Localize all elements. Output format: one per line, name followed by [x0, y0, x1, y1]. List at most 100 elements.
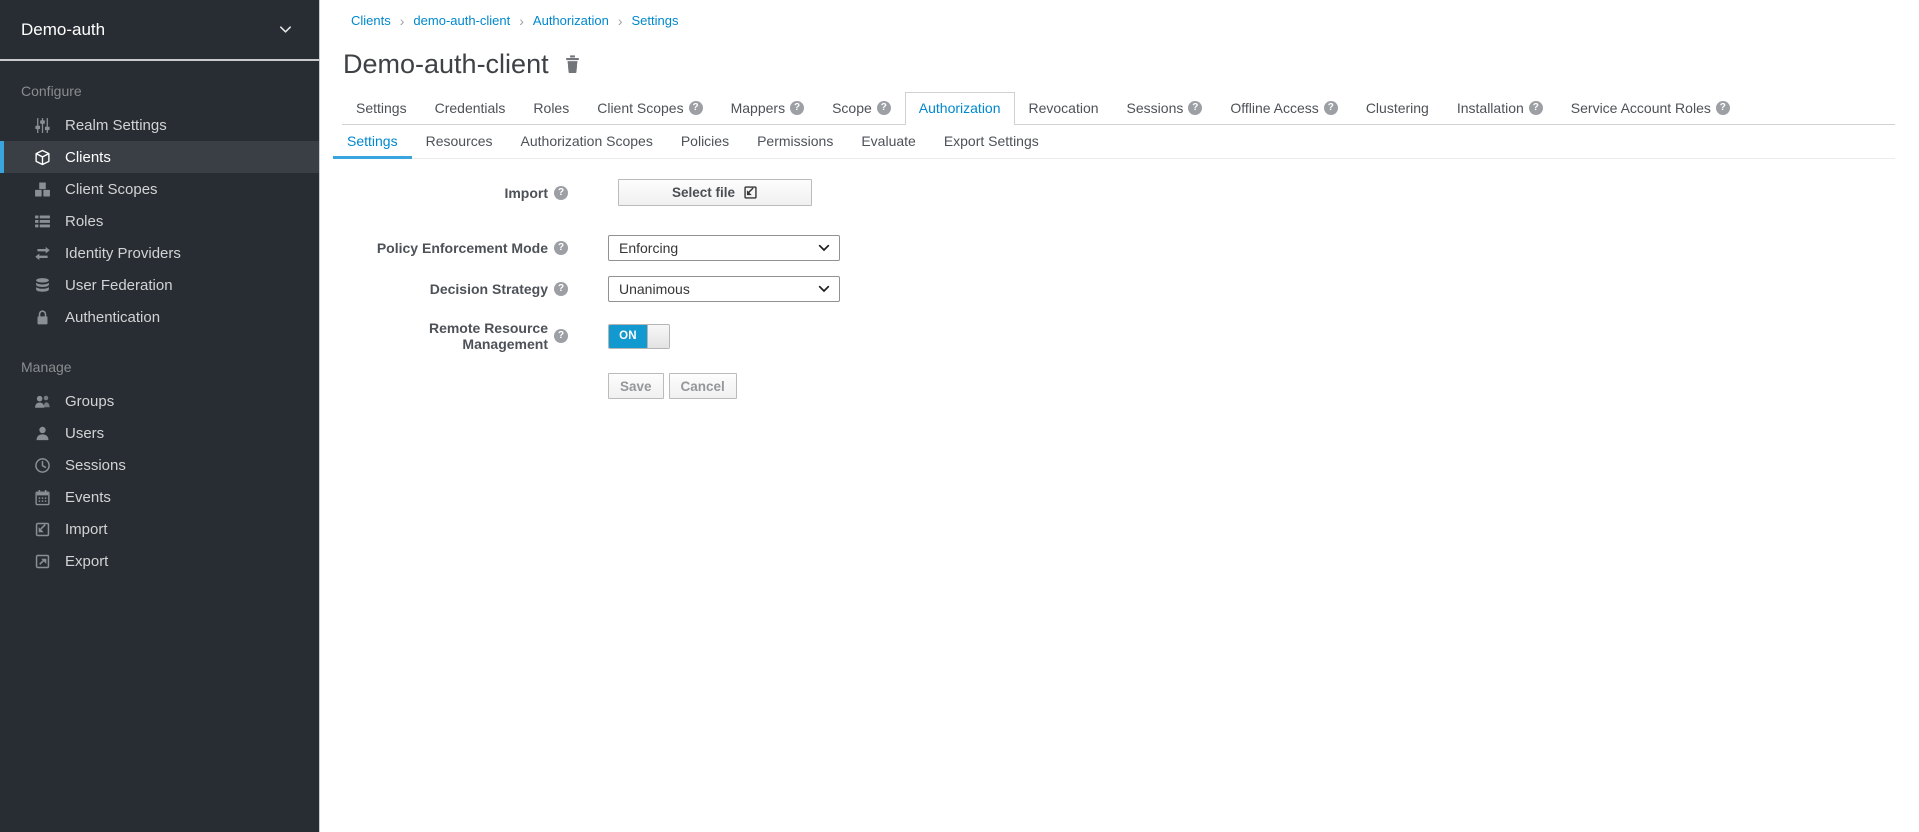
help-icon[interactable]: ?: [877, 101, 891, 115]
sidebar-item-realm-settings[interactable]: Realm Settings: [0, 109, 319, 141]
toggle-on-label: ON: [609, 325, 647, 348]
subtab-settings[interactable]: Settings: [333, 125, 412, 158]
subtab-export-settings[interactable]: Export Settings: [930, 125, 1053, 158]
subtab-resources[interactable]: Resources: [412, 125, 507, 158]
subtab-resources-label: Resources: [426, 133, 493, 149]
import-label-text: Import: [504, 185, 548, 201]
trash-icon[interactable]: [563, 54, 582, 74]
sidebar-item-client-scopes[interactable]: Client Scopes: [0, 173, 319, 205]
tab-service-account-roles[interactable]: Service Account Roles?: [1557, 92, 1744, 124]
sidebar-item-label: User Federation: [65, 277, 173, 294]
sidebar-item-label: Groups: [65, 393, 114, 410]
sidebar-item-users[interactable]: Users: [0, 417, 319, 449]
help-icon[interactable]: ?: [790, 101, 804, 115]
breadcrumb-link-authorization[interactable]: Authorization: [533, 13, 609, 28]
tab-mappers[interactable]: Mappers?: [717, 92, 818, 124]
subtab-authorization-scopes[interactable]: Authorization Scopes: [507, 125, 667, 158]
tab-client-scopes[interactable]: Client Scopes?: [583, 92, 716, 124]
breadcrumb-separator: ›: [618, 14, 623, 28]
nav-section-label: Manage: [0, 359, 319, 385]
sidebar-item-groups[interactable]: Groups: [0, 385, 319, 417]
sidebar-item-import[interactable]: Import: [0, 513, 319, 545]
sidebar-item-label: Identity Providers: [65, 245, 181, 262]
page-title: Demo-auth-client: [343, 49, 549, 79]
tab-authorization-label: Authorization: [919, 100, 1001, 116]
sidebar-item-authentication[interactable]: Authentication: [0, 301, 319, 333]
import-label: Import ?: [343, 185, 568, 201]
help-icon[interactable]: ?: [1188, 101, 1202, 115]
tab-clustering[interactable]: Clustering: [1352, 92, 1443, 124]
sidebar-item-label: Realm Settings: [65, 117, 167, 134]
tab-revocation-label: Revocation: [1029, 100, 1099, 116]
sidebar-item-label: Sessions: [65, 457, 126, 474]
nav-list: Groups Users Sessions Events Import Export: [0, 385, 319, 577]
breadcrumb-link-settings[interactable]: Settings: [631, 13, 678, 28]
tab-scope-label: Scope: [832, 100, 872, 116]
sidebar-item-label: Client Scopes: [65, 181, 158, 198]
subtab-export-settings-label: Export Settings: [944, 133, 1039, 149]
subtab-evaluate[interactable]: Evaluate: [847, 125, 929, 158]
remote-resource-management-row: Remote Resource Management ? ON: [343, 320, 1895, 352]
decision-strategy-select[interactable]: Unanimous: [608, 276, 840, 302]
decision-strategy-label-text: Decision Strategy: [430, 281, 548, 297]
breadcrumb-link-clients[interactable]: Clients: [351, 13, 391, 28]
breadcrumb-link-demo-auth-client[interactable]: demo-auth-client: [413, 13, 510, 28]
sidebar-item-user-federation[interactable]: User Federation: [0, 269, 319, 301]
form-actions: Save Cancel: [608, 373, 1895, 399]
sidebar-item-identity-providers[interactable]: Identity Providers: [0, 237, 319, 269]
save-button[interactable]: Save: [608, 373, 664, 399]
help-icon[interactable]: ?: [554, 186, 568, 200]
sidebar-item-label: Export: [65, 553, 108, 570]
help-icon[interactable]: ?: [1529, 101, 1543, 115]
sidebar-item-sessions[interactable]: Sessions: [0, 449, 319, 481]
tab-installation[interactable]: Installation?: [1443, 92, 1557, 124]
cancel-button[interactable]: Cancel: [669, 373, 737, 399]
subtab-policies[interactable]: Policies: [667, 125, 743, 158]
tab-scope[interactable]: Scope?: [818, 92, 905, 124]
sidebar-item-clients[interactable]: Clients: [0, 141, 319, 173]
tab-offline-access[interactable]: Offline Access?: [1216, 92, 1351, 124]
tab-credentials-label: Credentials: [435, 100, 506, 116]
import-icon: [743, 185, 758, 200]
tab-mappers-label: Mappers: [731, 100, 785, 116]
breadcrumb: Clients›demo-auth-client›Authorization›S…: [351, 13, 1895, 28]
subtab-permissions[interactable]: Permissions: [743, 125, 847, 158]
page-title-row: Demo-auth-client: [343, 49, 1895, 79]
decision-strategy-label: Decision Strategy ?: [343, 281, 568, 297]
realm-name: Demo-auth: [21, 20, 105, 40]
lock-icon: [34, 309, 51, 326]
breadcrumb-separator: ›: [400, 14, 405, 28]
remote-resource-management-toggle[interactable]: ON: [608, 324, 670, 349]
help-icon[interactable]: ?: [554, 282, 568, 296]
help-icon[interactable]: ?: [554, 241, 568, 255]
policy-enforcement-mode-select[interactable]: Enforcing: [608, 235, 840, 261]
tab-roles-label: Roles: [533, 100, 569, 116]
tab-credentials[interactable]: Credentials: [421, 92, 520, 124]
sidebar-item-export[interactable]: Export: [0, 545, 319, 577]
clock-icon: [34, 457, 51, 474]
sidebar-item-label: Import: [65, 521, 108, 538]
policy-enforcement-mode-label-text: Policy Enforcement Mode: [377, 240, 548, 256]
cubes-icon: [34, 181, 51, 198]
tab-authorization[interactable]: Authorization: [905, 92, 1015, 124]
sidebar-item-events[interactable]: Events: [0, 481, 319, 513]
tab-settings[interactable]: Settings: [342, 92, 421, 124]
calendar-icon: [34, 489, 51, 506]
subtab-settings-label: Settings: [347, 133, 398, 149]
help-icon[interactable]: ?: [1324, 101, 1338, 115]
sidebar-item-roles[interactable]: Roles: [0, 205, 319, 237]
help-icon[interactable]: ?: [554, 329, 568, 343]
nav-section: Manage Groups Users Sessions Events Import Exp…: [0, 359, 319, 577]
subtab-permissions-label: Permissions: [757, 133, 833, 149]
tab-installation-label: Installation: [1457, 100, 1524, 116]
tab-sessions[interactable]: Sessions?: [1113, 92, 1217, 124]
realm-selector[interactable]: Demo-auth: [0, 0, 319, 61]
help-icon[interactable]: ?: [689, 101, 703, 115]
help-icon[interactable]: ?: [1716, 101, 1730, 115]
tab-revocation[interactable]: Revocation: [1015, 92, 1113, 124]
toggle-handle[interactable]: [647, 325, 669, 348]
tab-settings-label: Settings: [356, 100, 407, 116]
tab-roles[interactable]: Roles: [519, 92, 583, 124]
select-file-button[interactable]: Select file: [618, 179, 812, 206]
sidebar-item-label: Authentication: [65, 309, 160, 326]
